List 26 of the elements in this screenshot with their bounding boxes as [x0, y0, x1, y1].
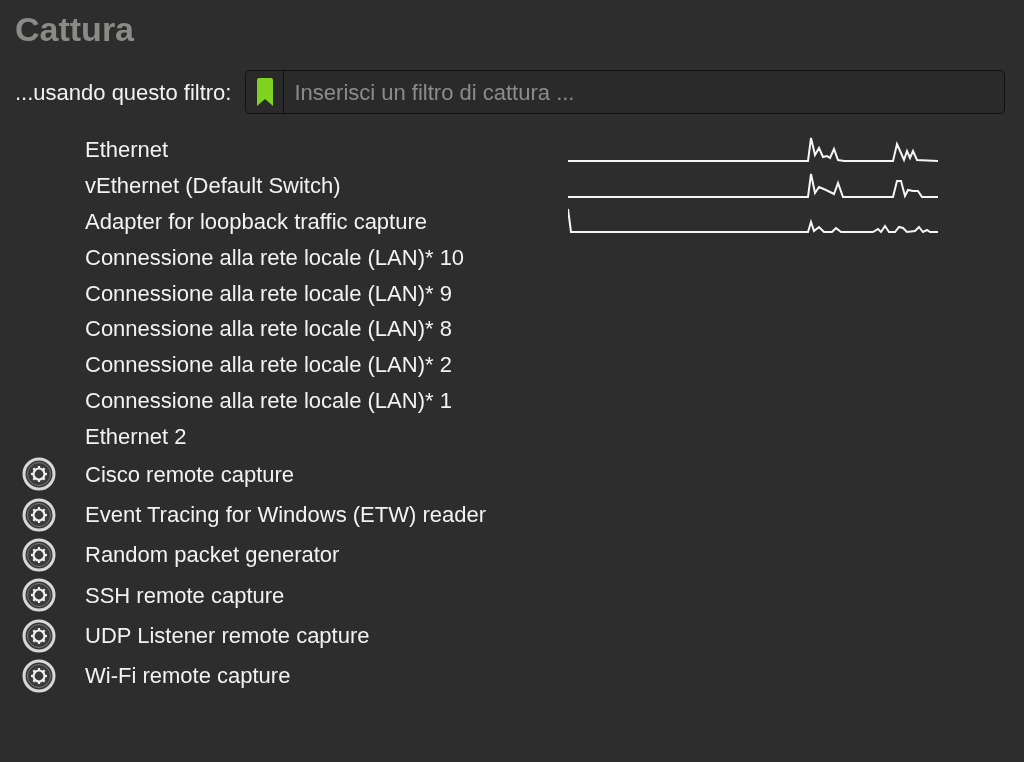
- section-title: Cattura: [15, 9, 136, 50]
- interface-item[interactable]: Connessione alla rete locale (LAN)* 1: [85, 383, 568, 417]
- interface-item[interactable]: Ethernet 2: [85, 419, 568, 453]
- interface-item[interactable]: Adapter for loopback traffic capture: [85, 205, 568, 238]
- filter-label: ...usando questo filtro:: [15, 78, 232, 107]
- gear-icon: [22, 497, 56, 532]
- interface-item[interactable]: Connessione alla rete locale (LAN)* 10: [85, 240, 568, 274]
- gear-icon: [22, 618, 56, 653]
- interface-item[interactable]: Ethernet: [85, 133, 568, 167]
- interface-item[interactable]: Cisco remote capture: [85, 457, 568, 491]
- filter-field[interactable]: Inserisci un filtro di cattura ...: [245, 70, 1006, 114]
- interface-item[interactable]: Event Tracing for Windows (ETW) reader: [85, 498, 568, 532]
- interface-item[interactable]: Random packet generator: [85, 538, 568, 572]
- interface-item[interactable]: Connessione alla rete locale (LAN)* 8: [85, 312, 568, 346]
- interface-item[interactable]: Connessione alla rete locale (LAN)* 2: [85, 348, 568, 382]
- interface-item[interactable]: Wi-Fi remote capture: [85, 659, 568, 693]
- gear-icon: [22, 457, 56, 492]
- interface-item[interactable]: Connessione alla rete locale (LAN)* 9: [85, 276, 568, 310]
- interface-item[interactable]: UDP Listener remote capture: [85, 619, 568, 652]
- interface-item[interactable]: vEthernet (Default Switch): [85, 169, 568, 203]
- filter-input[interactable]: Inserisci un filtro di cattura ...: [284, 75, 1005, 109]
- interface-item[interactable]: SSH remote capture: [85, 578, 568, 612]
- gear-icon: [22, 537, 56, 572]
- bookmark-icon: [255, 77, 274, 107]
- gear-icon: [22, 578, 56, 613]
- gear-icon: [22, 658, 56, 693]
